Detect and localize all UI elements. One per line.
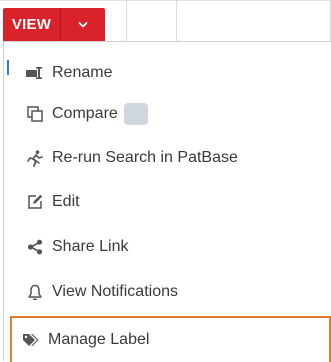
view-button[interactable]: VIEW (3, 8, 61, 41)
rename-icon (26, 64, 44, 82)
menu-item-view-notifications[interactable]: View Notifications (4, 271, 331, 313)
view-split-button[interactable]: VIEW (3, 8, 105, 41)
row-focus-indicator (7, 60, 9, 75)
compare-icon (26, 105, 44, 123)
grid-line (176, 0, 177, 44)
grid-line (126, 0, 127, 44)
grid-line (0, 0, 331, 1)
menu-item-manage-label[interactable]: Manage Label (10, 316, 331, 362)
tag-icon (22, 331, 40, 349)
menu-item-label: Re-run Search in PatBase (52, 149, 238, 166)
menu-item-label: View Notifications (52, 283, 178, 300)
view-dropdown-menu: Rename Compare Re-run Search in PatBase (3, 41, 331, 362)
chevron-down-icon (78, 21, 88, 27)
running-person-icon (26, 149, 44, 167)
view-dropdown-toggle[interactable] (61, 8, 105, 41)
menu-item-label: Compare (52, 105, 118, 122)
menu-item-label: Rename (52, 64, 113, 81)
bell-icon (26, 283, 44, 301)
menu-item-edit[interactable]: Edit (4, 181, 331, 223)
compare-count-badge (123, 103, 148, 125)
menu-item-label: Manage Label (48, 331, 150, 348)
menu-item-label: Edit (52, 193, 80, 210)
edit-icon (26, 193, 44, 211)
menu-item-compare[interactable]: Compare (4, 93, 331, 135)
menu-item-share-link[interactable]: Share Link (4, 226, 331, 268)
menu-item-label: Share Link (52, 238, 129, 255)
share-icon (26, 238, 44, 256)
menu-item-rename[interactable]: Rename (4, 52, 331, 94)
menu-item-rerun-search[interactable]: Re-run Search in PatBase (4, 137, 331, 179)
